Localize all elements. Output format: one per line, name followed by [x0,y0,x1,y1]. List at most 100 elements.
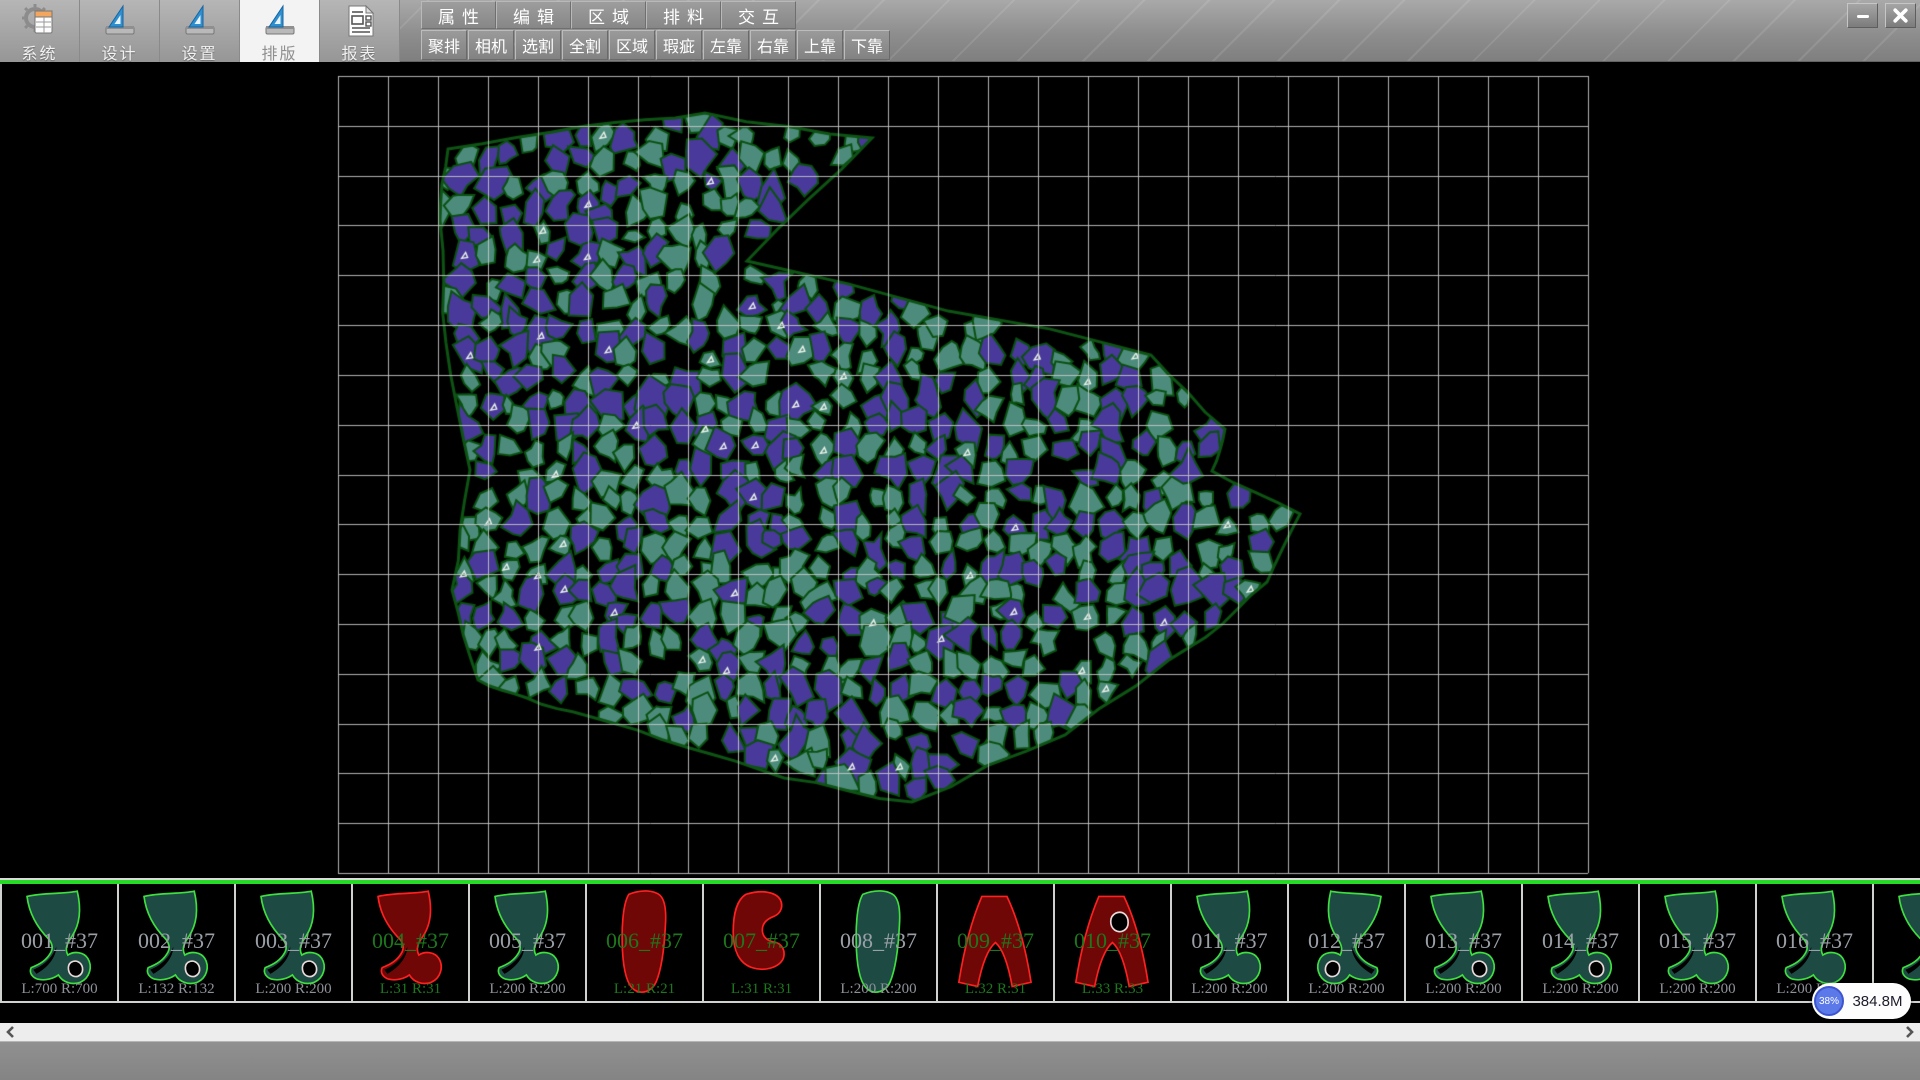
piece-list: 001_#37L:700 R:700002_#37L:132 R:132003_… [0,884,1920,1003]
system-gear-icon [22,3,58,39]
menu-item-4[interactable]: 排料 [646,1,721,29]
piece-thumbnail-strip: 001_#37L:700 R:700002_#37L:132 R:132003_… [0,878,1920,1023]
scroll-left-arrow[interactable] [0,1023,20,1041]
nesting-ruler-icon [262,3,298,39]
tool-button-3[interactable]: 选割 [515,30,561,60]
piece-thumbnail-010_#37[interactable]: 010_#37 L:33 R:33 [1053,884,1170,1001]
piece-lr-count-label: L:200 R:200 [236,981,351,998]
scroll-right-arrow[interactable] [1900,1023,1920,1041]
tool-button-9[interactable]: 上靠 [797,30,843,60]
piece-thumbnail-004_#37[interactable]: 004_#37 L:31 R:31 [351,884,468,1001]
memory-percent-indicator: 38% [1814,986,1844,1016]
piece-thumbnail-005_#37[interactable]: 005_#37 L:200 R:200 [468,884,585,1001]
piece-thumbnail-006_#37[interactable]: 006_#37 L:21 R:21 [585,884,702,1001]
piece-lr-count-label: L:33 R:33 [1055,981,1170,998]
piece-lr-count-label: L:21 R:21 [587,981,702,998]
tool-button-1[interactable]: 聚排 [421,30,467,60]
piece-thumbnail-008_#37[interactable]: 008_#37 L:200 R:200 [819,884,936,1001]
piece-id-label: 013_#37 [1406,928,1521,954]
close-button[interactable] [1885,3,1916,28]
memory-usage-badge: 38% 384.8M [1812,983,1911,1019]
menu-item-2[interactable]: 编辑 [496,1,571,29]
nesting-viewport [0,62,1920,878]
main-button-label: 设计 [101,40,137,64]
settings-ruler-icon [182,3,218,39]
tool-button-8[interactable]: 右靠 [750,30,796,60]
menu-item-3[interactable]: 区域 [571,1,646,29]
chevron-left-icon [5,1026,15,1038]
piece-id-label: 010_#37 [1055,928,1170,954]
menu-item-1[interactable]: 属性 [421,1,496,29]
tool-button-2[interactable]: 相机 [468,30,514,60]
main-button-label: 排版 [261,40,297,64]
piece-lr-count-label: L:200 R:200 [1289,981,1404,998]
main-button-3-settings-ruler[interactable]: 设置 [160,0,240,62]
tool-button-4[interactable]: 全割 [562,30,608,60]
close-icon [1892,7,1909,24]
piece-thumbnail-001_#37[interactable]: 001_#37 L:700 R:700 [0,884,117,1001]
piece-id-label: 014_#37 [1523,928,1638,954]
piece-id-label: 015_#37 [1640,928,1755,954]
minimize-button[interactable] [1847,3,1878,28]
piece-id-label: 009_#37 [938,928,1053,954]
piece-id-label: 005_#37 [470,928,585,954]
piece-id-label: 016_#37 [1757,928,1872,954]
menu-row: 属性编辑区域排料交互 [421,0,891,29]
main-button-4-nesting-ruler[interactable]: 排版 [240,0,320,62]
main-button-label: 系统 [21,40,57,64]
piece-id-label: 008_#37 [821,928,936,954]
nesting-canvas[interactable] [0,62,1920,878]
piece-id-label: 012_#37 [1289,928,1404,954]
piece-lr-count-label: L:700 R:700 [2,981,117,998]
piece-thumbnail-003_#37[interactable]: 003_#37 L:200 R:200 [234,884,351,1001]
piece-id-label: 001_#37 [2,928,117,954]
tool-button-10[interactable]: 下靠 [844,30,890,60]
piece-id-label: 004_#37 [353,928,468,954]
piece-lr-count-label: L:31 R:31 [704,981,819,998]
main-button-2-design-ruler[interactable]: 设计 [80,0,160,62]
main-button-bar: 系统 设计 设置 排版 报表 [0,0,400,62]
main-button-label: 报表 [341,40,377,64]
window-controls [1847,3,1916,28]
main-button-label: 设置 [181,40,217,64]
piece-lr-count-label: L:200 R:200 [1172,981,1287,998]
piece-thumbnail-014_#37[interactable]: 014_#37 L:200 R:200 [1521,884,1638,1001]
piece-thumbnail-013_#37[interactable]: 013_#37 L:200 R:200 [1404,884,1521,1001]
tool-row: 聚排相机选割全割区域瑕疵左靠右靠上靠下靠 [421,30,891,60]
piece-lr-count-label: L:200 R:200 [470,981,585,998]
piece-thumbnail-012_#37[interactable]: 012_#37 L:200 R:200 [1287,884,1404,1001]
piece-thumbnail-011_#37[interactable]: 011_#37L:200 R:200 [1170,884,1287,1001]
horizontal-scrollbar[interactable] [0,1023,1920,1041]
piece-thumbnail-015_#37[interactable]: 015_#37 L:200 R:200 [1638,884,1755,1001]
tool-button-5[interactable]: 区域 [609,30,655,60]
main-button-1-system-gear[interactable]: 系统 [0,0,80,62]
menu-item-5[interactable]: 交互 [721,1,796,29]
piece-lr-count-label: L:31 R:31 [353,981,468,998]
piece-lr-count-label: L:132 R:132 [119,981,234,998]
memory-value-label: 384.8M [1844,993,1911,1010]
piece-lr-count-label: L:200 R:200 [1406,981,1521,998]
piece-lr-count-label: L:32 R:31 [938,981,1053,998]
piece-lr-count-label: L:200 R:200 [821,981,936,998]
main-button-5-report-doc[interactable]: 报表 [320,0,400,62]
status-bar [0,1041,1920,1080]
report-doc-icon [342,3,378,39]
design-ruler-icon [102,3,138,39]
piece-thumbnail-007_#37[interactable]: 007_#37 L:31 R:31 [702,884,819,1001]
piece-id-label: 0 [1874,928,1920,954]
application-window: 系统 设计 设置 排版 报表 属性编辑区域排料交互 聚排相机选割全割区域瑕疵左靠… [0,0,1920,1080]
piece-id-label: 002_#37 [119,928,234,954]
toolbar: 系统 设计 设置 排版 报表 属性编辑区域排料交互 聚排相机选割全割区域瑕疵左靠… [0,0,1920,62]
tool-button-7[interactable]: 左靠 [703,30,749,60]
piece-thumbnail-009_#37[interactable]: 009_#37 L:32 R:31 [936,884,1053,1001]
tool-button-6[interactable]: 瑕疵 [656,30,702,60]
minimize-icon [1855,8,1871,24]
piece-thumbnail-002_#37[interactable]: 002_#37 L:132 R:132 [117,884,234,1001]
menu-area: 属性编辑区域排料交互 聚排相机选割全割区域瑕疵左靠右靠上靠下靠 [421,0,891,60]
piece-lr-count-label: L:200 R:200 [1640,981,1755,998]
piece-id-label: 003_#37 [236,928,351,954]
piece-id-label: 006_#37 [587,928,702,954]
chevron-right-icon [1905,1026,1915,1038]
piece-lr-count-label: L:200 R:200 [1523,981,1638,998]
piece-id-label: 007_#37 [704,928,819,954]
